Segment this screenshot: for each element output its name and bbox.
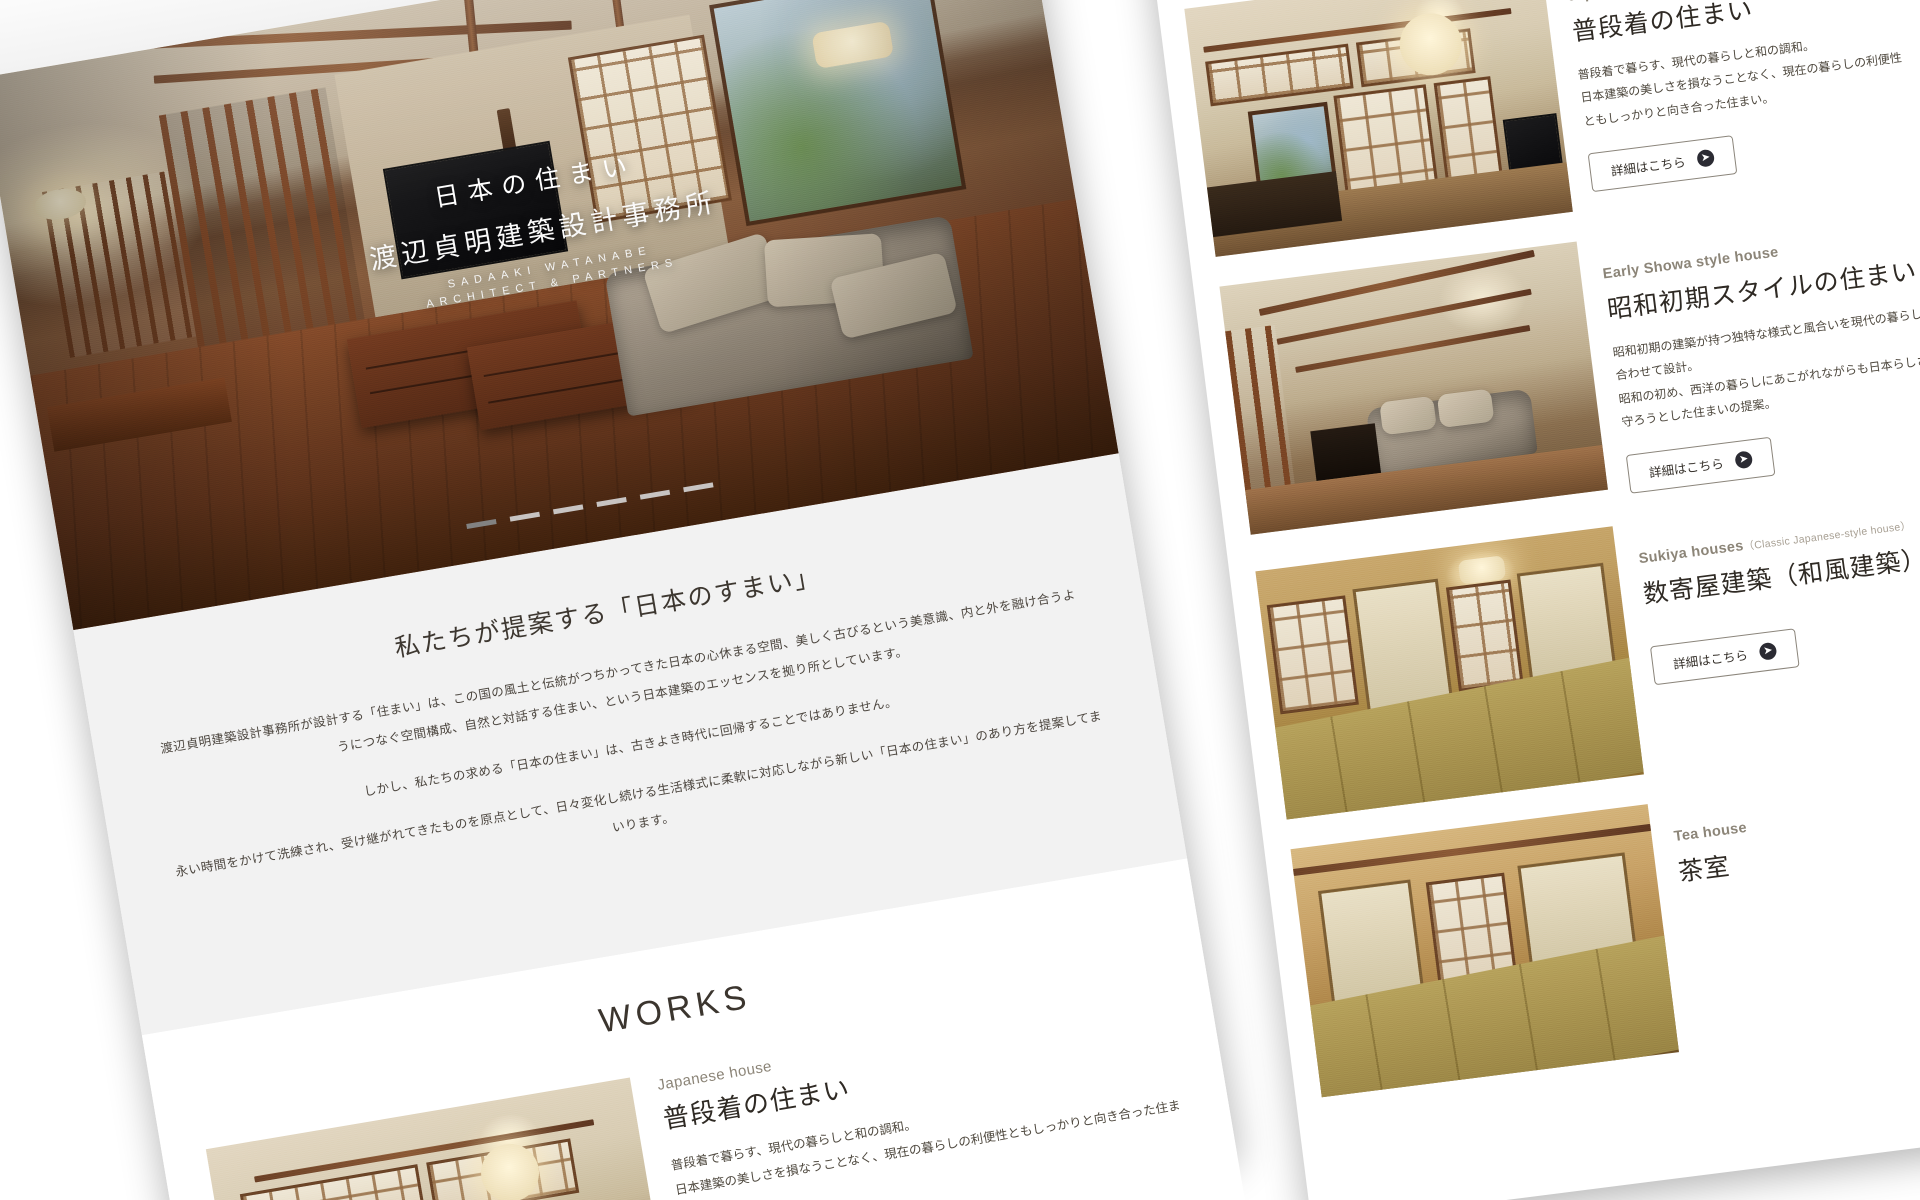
work-description: 昭和初期の建築が持つ独特な様式と風合いを現代の暮らしに合わせて設計。 昭和の初め… bbox=[1611, 305, 1920, 430]
work-thumbnail[interactable] bbox=[1219, 241, 1608, 535]
work-text: Japanese house 普段着の住まい 普段着で暮らす、現代の暮らしと和の… bbox=[655, 987, 1200, 1200]
work-detail-button[interactable]: 詳細はこちら ➤ bbox=[1587, 135, 1738, 193]
hero-subtitle-en-2: ARCHITECT & PARTNERS bbox=[425, 256, 680, 311]
slider-dot[interactable] bbox=[509, 511, 541, 522]
work-detail-button[interactable]: 詳細はこちら ➤ bbox=[1625, 436, 1776, 494]
slider-dot[interactable] bbox=[639, 489, 671, 500]
slider-dot[interactable] bbox=[596, 497, 627, 507]
hero-heading-secondary: 渡辺貞明建築設計事務所 bbox=[367, 186, 720, 276]
slider-dot[interactable] bbox=[683, 482, 714, 493]
hero-heading-primary: 日本の住まい bbox=[432, 151, 639, 213]
hero-subtitle-en-1: SADAAKI WATANABE bbox=[446, 244, 653, 291]
slider-dot[interactable] bbox=[552, 504, 584, 515]
work-detail-button[interactable]: 詳細はこちら ➤ bbox=[1649, 627, 1800, 685]
slider-dot[interactable] bbox=[466, 519, 497, 529]
work-detail-button-label: 詳細はこちら bbox=[1672, 647, 1749, 672]
arrow-right-circle-icon: ➤ bbox=[1696, 148, 1716, 168]
work-detail-button-label: 詳細はこちら bbox=[1610, 155, 1687, 179]
work-thumbnail[interactable] bbox=[1290, 803, 1679, 1097]
main-page-screenshot: 渡辺貞明建築設計事務所 SADAAKI WATANABE ARCHITECT &… bbox=[0, 0, 1262, 1200]
work-thumbnail[interactable] bbox=[1255, 525, 1644, 820]
arrow-right-circle-icon: ➤ bbox=[1758, 641, 1778, 661]
hero-title-block: 日本の住まい 渡辺貞明建築設計事務所 SADAAKI WATANABE ARCH… bbox=[9, 74, 1076, 378]
work-text: Japanese house 普段着の住まい 普段着で暮らす、現代の暮らしと和の… bbox=[1563, 0, 1916, 193]
work-title-en-main: Sukiya houses bbox=[1637, 537, 1745, 567]
arrow-right-circle-icon: ➤ bbox=[1734, 449, 1754, 469]
work-text: Early Showa style house 昭和初期スタイルの住まい 昭和初… bbox=[1598, 198, 1920, 494]
works-page-screenshot: WORKS Japanese house 普段着の住まい 普段着で暮らす、現代の… bbox=[1145, 0, 1920, 1200]
work-thumbnail[interactable] bbox=[1184, 0, 1573, 257]
work-detail-button-label: 詳細はこちら bbox=[1648, 456, 1725, 480]
